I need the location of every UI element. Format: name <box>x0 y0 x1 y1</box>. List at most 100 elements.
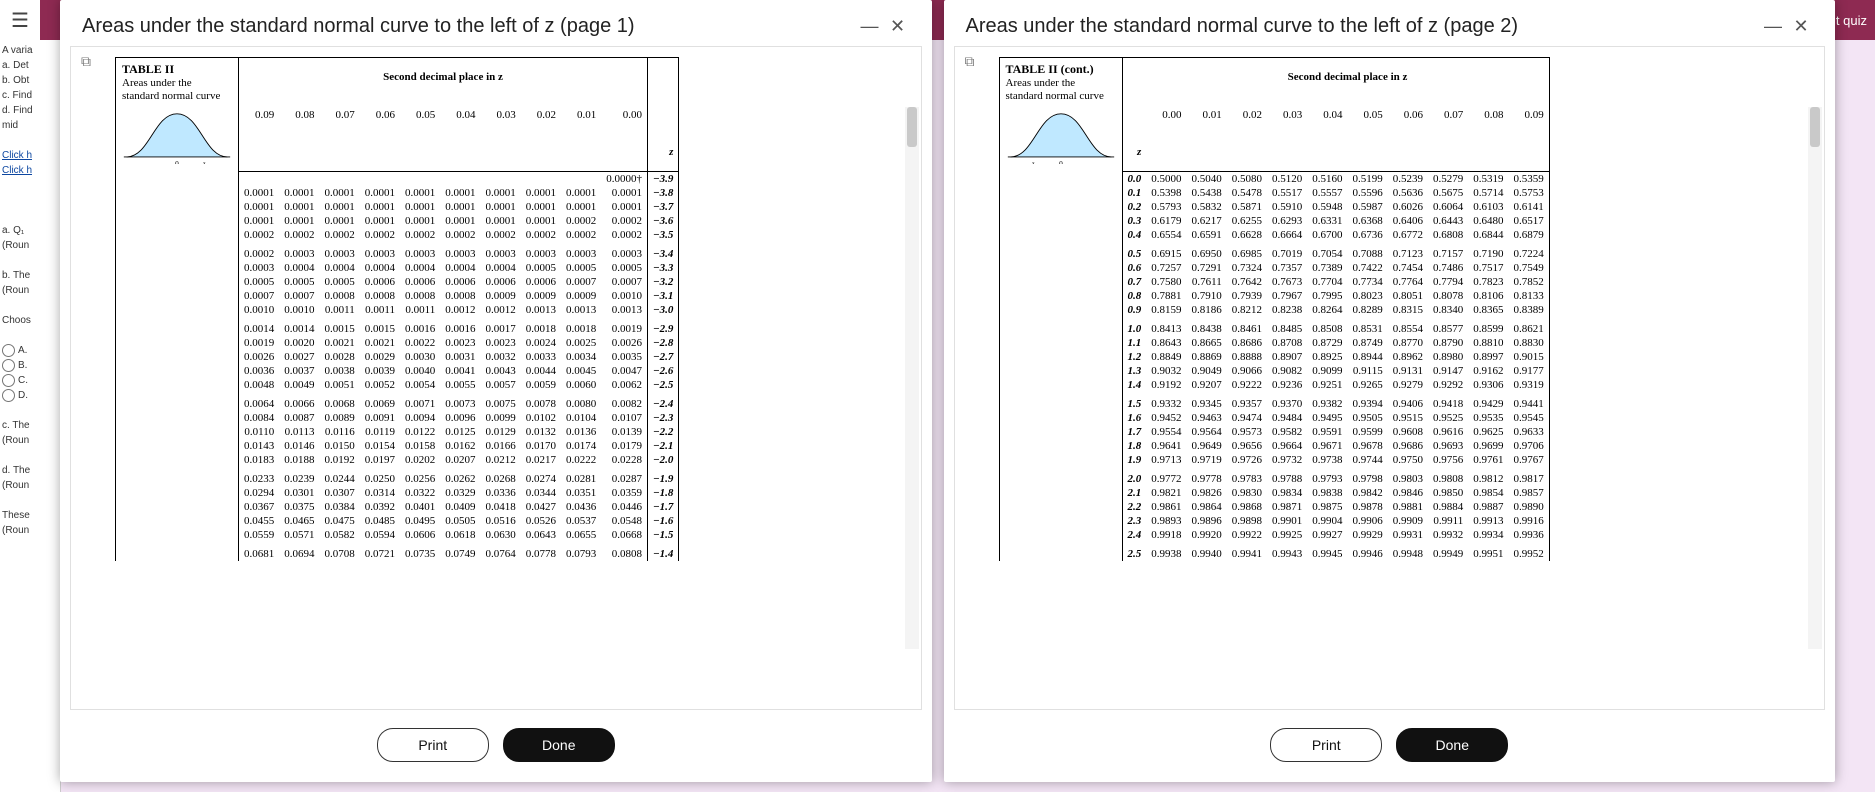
z-value: 0.7 <box>1122 275 1146 289</box>
cell: 0.9931 <box>1388 528 1428 542</box>
table-sub: standard normal curve <box>122 90 220 102</box>
left-sidebar: A variaa. Detb. Obtc. Findd. Findmid Cli… <box>0 40 61 792</box>
cell: 0.5557 <box>1307 186 1347 200</box>
cell: 0.8461 <box>1227 317 1267 336</box>
print-button[interactable]: Print <box>1270 728 1382 762</box>
close-icon[interactable]: ✕ <box>1789 14 1813 38</box>
cell: 0.9925 <box>1267 528 1307 542</box>
scrollbar[interactable] <box>905 107 919 649</box>
cell: 0.0003 <box>239 261 280 275</box>
cell: 0.9761 <box>1468 453 1508 467</box>
cell: 0.0007 <box>561 275 601 289</box>
cell: 0.9920 <box>1187 528 1227 542</box>
cell: 0.7019 <box>1267 242 1307 261</box>
answer-option[interactable]: B. <box>2 359 58 372</box>
modal-body[interactable]: ⧉ TABLE IIAreas under thestandard normal… <box>70 46 922 710</box>
cell: 0.0322 <box>400 486 440 500</box>
cell: 0.0034 <box>561 350 601 364</box>
answer-option[interactable]: D. <box>2 389 58 402</box>
z-value: −2.8 <box>648 336 679 350</box>
done-button[interactable]: Done <box>503 728 615 762</box>
cell: 0.0002 <box>521 228 561 242</box>
cell: 0.0002 <box>481 228 521 242</box>
cell: 0.9699 <box>1468 439 1508 453</box>
cell: 0.0013 <box>561 303 601 317</box>
cell: 0.6141 <box>1509 200 1550 214</box>
cell: 0.0154 <box>360 439 400 453</box>
print-button[interactable]: Print <box>377 728 489 762</box>
cell: 0.0409 <box>440 500 480 514</box>
cell: 0.0150 <box>320 439 360 453</box>
cell: 0.0001 <box>239 214 280 228</box>
cell: 0.0021 <box>360 336 400 350</box>
cell: 0.0344 <box>521 486 561 500</box>
z-value: −3.8 <box>648 186 679 200</box>
cell: 0.8665 <box>1187 336 1227 350</box>
cell: 0.0239 <box>279 467 319 486</box>
table-sub: Areas under the <box>1006 77 1076 89</box>
popout-icon[interactable]: ⧉ <box>81 53 91 70</box>
cell: 0.0359 <box>601 486 647 500</box>
cell: 0.5080 <box>1227 172 1267 187</box>
cell: 0.7734 <box>1348 275 1388 289</box>
cell: 0.0505 <box>440 514 480 528</box>
cell: 0.0001 <box>360 214 400 228</box>
answer-option[interactable]: A. <box>2 344 58 357</box>
scrollbar[interactable] <box>1808 107 1822 649</box>
cell: 0.0001 <box>440 214 480 228</box>
cell: 0.0367 <box>239 500 280 514</box>
cell: 0.0170 <box>521 439 561 453</box>
cell: 0.0233 <box>239 467 280 486</box>
cell: 0.0001 <box>400 214 440 228</box>
cell: 0.9633 <box>1509 425 1550 439</box>
cell: 0.0643 <box>521 528 561 542</box>
cell: 0.8159 <box>1146 303 1186 317</box>
cell: 0.0087 <box>279 411 319 425</box>
cell: 0.0329 <box>440 486 480 500</box>
cell: 0.0008 <box>360 289 400 303</box>
cell: 0.9713 <box>1146 453 1186 467</box>
close-icon[interactable]: ✕ <box>886 14 910 38</box>
col: 0.06 <box>1388 96 1428 133</box>
modal-title: Areas under the standard normal curve to… <box>82 15 635 38</box>
cell: 0.0008 <box>400 289 440 303</box>
popout-icon[interactable]: ⧉ <box>965 53 975 70</box>
cell: 0.9881 <box>1388 500 1428 514</box>
cell: 0.6026 <box>1388 200 1428 214</box>
cell: 0.0294 <box>239 486 280 500</box>
cell: 0.8051 <box>1388 289 1428 303</box>
modal-body[interactable]: ⧉ TABLE II (cont.)Areas under thestandar… <box>954 46 1826 710</box>
cell: 0.9857 <box>1509 486 1550 500</box>
col: 0.05 <box>400 96 440 133</box>
done-button[interactable]: Done <box>1396 728 1508 762</box>
cell: 0.9732 <box>1267 453 1307 467</box>
hamburger-icon[interactable]: ☰ <box>0 0 40 40</box>
cell: 0.0028 <box>320 350 360 364</box>
cell: 0.9884 <box>1428 500 1468 514</box>
cell: 0.0559 <box>239 528 280 542</box>
cell: 0.0023 <box>440 336 480 350</box>
cell: 0.9821 <box>1146 486 1186 500</box>
cell: 0.9505 <box>1348 411 1388 425</box>
sidebar-link[interactable]: Click h <box>2 149 58 162</box>
cell: 0.8078 <box>1428 289 1468 303</box>
minimize-icon[interactable]: — <box>1761 14 1785 38</box>
cell: 0.0009 <box>481 289 521 303</box>
cell: 0.0041 <box>440 364 480 378</box>
col: 0.09 <box>239 96 280 133</box>
cell: 0.0166 <box>481 439 521 453</box>
cell: 0.0006 <box>400 275 440 289</box>
cell: 0.6255 <box>1227 214 1267 228</box>
sidebar-link[interactable]: Click h <box>2 164 58 177</box>
cell: 0.0019 <box>601 317 647 336</box>
minimize-icon[interactable]: — <box>858 14 882 38</box>
answer-option[interactable]: C. <box>2 374 58 387</box>
cell: 0.6591 <box>1187 228 1227 242</box>
cell: 0.9332 <box>1146 392 1186 411</box>
cell: 0.0244 <box>320 467 360 486</box>
cell: 0.9306 <box>1468 378 1508 392</box>
sidebar-text: mid <box>2 119 58 132</box>
cell: 0.0020 <box>279 336 319 350</box>
cell: 0.9564 <box>1187 425 1227 439</box>
cell: 0.0262 <box>440 467 480 486</box>
